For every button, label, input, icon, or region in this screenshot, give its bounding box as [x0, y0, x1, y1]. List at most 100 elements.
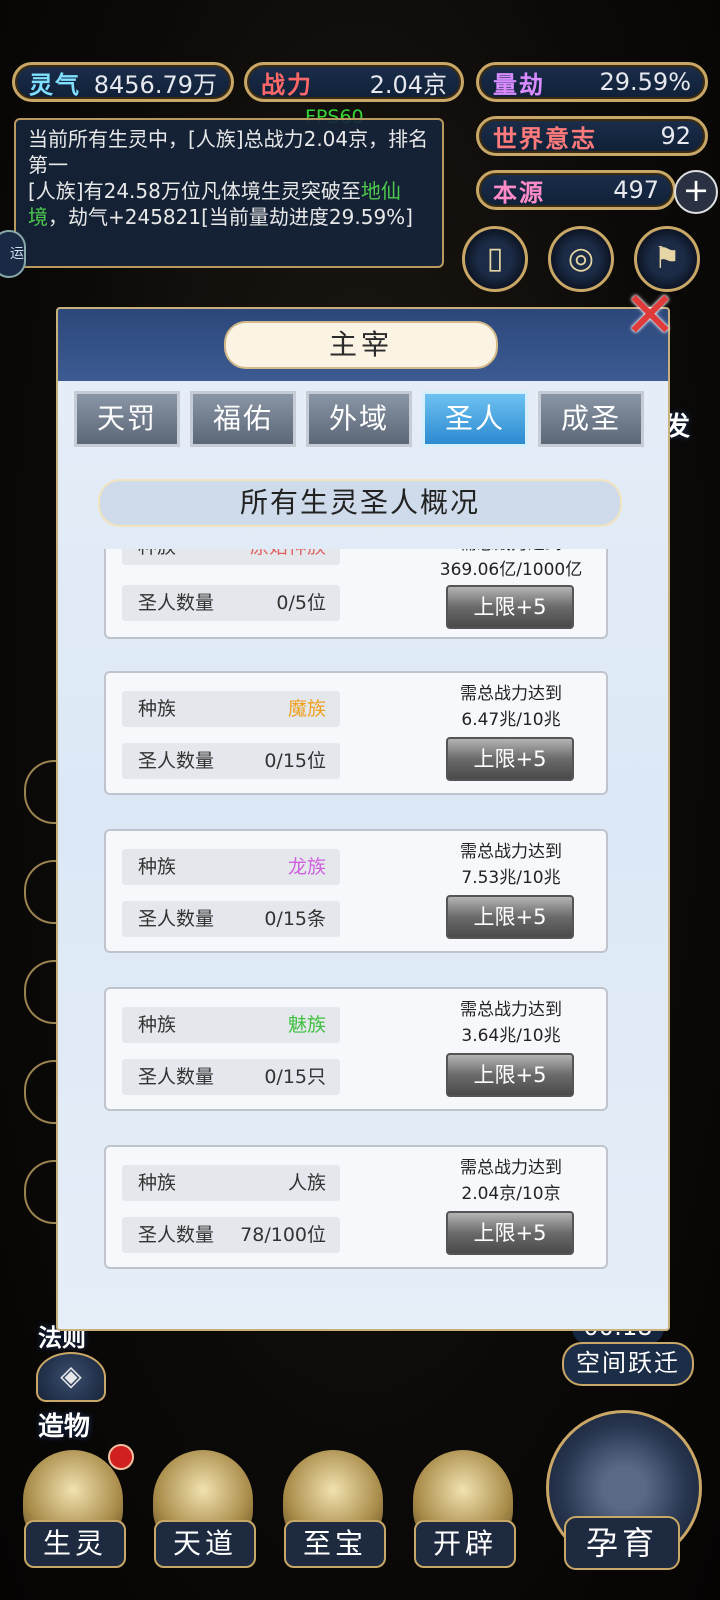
left-side-icon-3[interactable] — [24, 960, 56, 1024]
shijie-pill: 世界意志 92 — [476, 116, 708, 156]
count-row: 圣人数量 0/15条 — [122, 901, 340, 937]
count-value: 0/5位 — [276, 592, 326, 614]
lingqi-label: 灵气 — [29, 70, 81, 99]
nav-zhibao[interactable]: 至宝 — [274, 1450, 392, 1600]
benyuan-value: 497 — [613, 176, 659, 204]
count-value: 0/15位 — [264, 750, 326, 772]
zaowu-button[interactable]: 造物 — [38, 1406, 90, 1443]
count-label: 圣人数量 — [138, 1066, 215, 1088]
count-value: 78/100位 — [240, 1224, 326, 1246]
req-progress: 2.04京/10京 — [461, 1184, 561, 1204]
req-label: 需总战力达到 — [460, 1000, 562, 1020]
saint-list[interactable]: 种族 原始神族 圣人数量 0/5位 需总战力达到 369.06亿/1000亿 上… — [58, 549, 668, 1319]
race-name: 龙族 — [287, 856, 326, 878]
close-icon[interactable]: ✕ — [622, 284, 678, 348]
nav-label: 天道 — [154, 1520, 256, 1568]
liangjie-pill: 量劫 29.59% — [476, 62, 708, 102]
space-jump-button[interactable]: 空间跃迁 — [562, 1342, 694, 1386]
nav-shengling[interactable]: 生灵 — [14, 1444, 134, 1600]
race-card-yuanshi: 种族 原始神族 圣人数量 0/5位 需总战力达到 369.06亿/1000亿 上… — [104, 549, 608, 639]
req-label: 需总战力达到 — [460, 684, 562, 704]
raise-limit-button[interactable]: 上限+5 — [446, 737, 574, 781]
race-row: 种族 龙族 — [122, 849, 340, 885]
add-benyuan-button[interactable]: + — [674, 170, 718, 214]
master-dialog: 主宰 天罚 福佑 外域 圣人 成圣 所有生灵圣人概况 种族 原始神族 圣人数量 … — [56, 307, 670, 1331]
req-label: 需总战力达到 — [460, 1158, 562, 1178]
log-line-2a: [人族]有24.58万位凡体境生灵突破至 — [28, 179, 361, 203]
benyuan-pill: 本源 497 — [476, 170, 676, 210]
left-side-icon-4[interactable] — [24, 1060, 56, 1124]
nav-label: 至宝 — [284, 1520, 386, 1568]
event-log: 当前所有生灵中，[人族]总战力2.04京，排名第一 [人族]有24.58万位凡体… — [14, 118, 444, 268]
race-label: 种族 — [138, 1014, 177, 1036]
nav-label: 生灵 — [24, 1520, 126, 1568]
left-side-icon-2[interactable] — [24, 860, 56, 924]
log-line-1: 当前所有生灵中，[人族]总战力2.04京，排名第一 — [28, 127, 429, 177]
count-row: 圣人数量 0/15只 — [122, 1059, 340, 1095]
left-side-icon-5[interactable] — [24, 1160, 56, 1224]
req-label: 需总战力达到 — [460, 842, 562, 862]
count-row: 圣人数量 0/5位 — [122, 585, 340, 621]
race-label: 种族 — [138, 856, 177, 878]
nav-tiandao[interactable]: 天道 — [144, 1450, 262, 1600]
left-edge-button[interactable]: 运 — [0, 230, 26, 278]
liangjie-label: 量劫 — [493, 70, 545, 99]
benyuan-label: 本源 — [493, 178, 545, 207]
count-value: 0/15只 — [264, 1066, 326, 1088]
nav-label: 孕育 — [564, 1516, 680, 1570]
dialog-title: 主宰 — [224, 321, 498, 369]
req-label: 需总战力达到 — [426, 549, 596, 557]
zhanli-value: 2.04京 — [369, 70, 447, 99]
requirement: 需总战力达到 3.64兆/10兆 — [426, 997, 596, 1049]
dialog-tabs: 天罚 福佑 外域 圣人 成圣 — [74, 391, 654, 447]
zhanli-label: 战力 — [261, 70, 313, 99]
zaowu-icon: ◈ — [36, 1352, 106, 1402]
raise-limit-button[interactable]: 上限+5 — [446, 895, 574, 939]
race-row: 种族 魔族 — [122, 691, 340, 727]
notification-dot — [108, 1444, 134, 1470]
race-name: 魅族 — [287, 1014, 326, 1036]
count-value: 0/15条 — [264, 908, 326, 930]
raise-limit-button[interactable]: 上限+5 — [446, 1053, 574, 1097]
race-name: 人族 — [287, 1172, 326, 1194]
race-name: 原始神族 — [250, 549, 326, 565]
count-label: 圣人数量 — [138, 908, 215, 930]
count-row: 圣人数量 78/100位 — [122, 1217, 340, 1253]
raise-limit-button[interactable]: 上限+5 — [446, 1211, 574, 1255]
race-row: 种族 人族 — [122, 1165, 340, 1201]
race-card-mozu: 种族 魔族 圣人数量 0/15位 需总战力达到 6.47兆/10兆 上限+5 — [104, 671, 608, 795]
requirement: 需总战力达到 7.53兆/10兆 — [426, 839, 596, 891]
tab-fuyou[interactable]: 福佑 — [190, 391, 296, 447]
requirement: 需总战力达到 369.06亿/1000亿 — [426, 549, 596, 583]
req-progress: 6.47兆/10兆 — [461, 710, 561, 730]
shijie-label: 世界意志 — [493, 124, 597, 153]
tab-chengsheng[interactable]: 成圣 — [538, 391, 644, 447]
req-progress: 369.06亿/1000亿 — [439, 560, 583, 580]
raise-limit-button[interactable]: 上限+5 — [446, 585, 574, 629]
race-label: 种族 — [138, 698, 177, 720]
race-card-renzu: 种族 人族 圣人数量 78/100位 需总战力达到 2.04京/10京 上限+5 — [104, 1145, 608, 1269]
liangjie-value: 29.59% — [599, 68, 691, 96]
left-edge-label: 运 — [10, 246, 24, 262]
log-line-2: [人族]有24.58万位凡体境生灵突破至地仙境，劫气+245821[当前量劫进度… — [28, 178, 430, 230]
count-label: 圣人数量 — [138, 592, 215, 614]
lingqi-pill: 灵气 8456.79万 — [12, 62, 234, 102]
race-row: 种族 魅族 — [122, 1007, 340, 1043]
nav-label: 开辟 — [414, 1520, 516, 1568]
tab-shengren[interactable]: 圣人 — [422, 391, 528, 447]
tab-tianfa[interactable]: 天罚 — [74, 391, 180, 447]
race-card-longzu: 种族 龙族 圣人数量 0/15条 需总战力达到 7.53兆/10兆 上限+5 — [104, 829, 608, 953]
tab-waiyu[interactable]: 外域 — [306, 391, 412, 447]
nav-yunyu[interactable]: 孕育 — [540, 1400, 702, 1590]
card-icon-button[interactable]: ▯ — [462, 226, 528, 292]
nav-kaipi[interactable]: 开辟 — [404, 1450, 522, 1600]
shijie-value: 92 — [660, 122, 691, 150]
requirement: 需总战力达到 2.04京/10京 — [426, 1155, 596, 1207]
portal-icon-button[interactable]: ◎ — [548, 226, 614, 292]
race-label: 种族 — [138, 1172, 177, 1194]
race-row: 种族 原始神族 — [122, 549, 340, 565]
left-side-icon-1[interactable] — [24, 760, 56, 824]
section-title: 所有生灵圣人概况 — [98, 479, 622, 527]
race-name: 魔族 — [287, 698, 326, 720]
count-row: 圣人数量 0/15位 — [122, 743, 340, 779]
